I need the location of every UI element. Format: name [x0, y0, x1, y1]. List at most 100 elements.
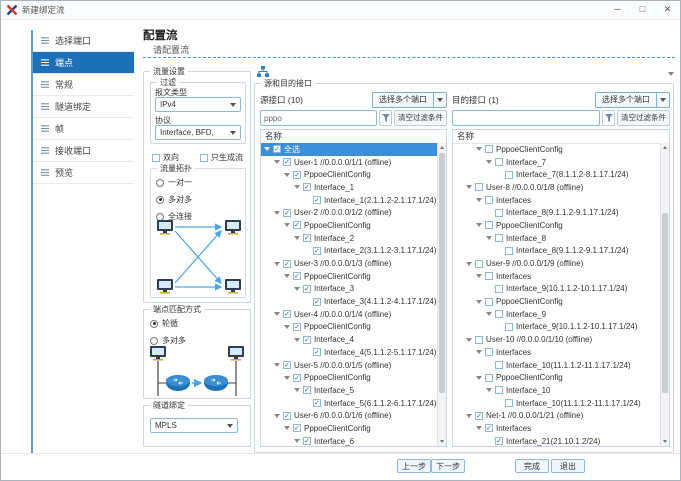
- tree-row[interactable]: ✓Interface_1(2.1.1.2-2.1.17.1/24): [261, 194, 446, 207]
- tree-checkbox[interactable]: ✓: [303, 285, 311, 293]
- select-multiple-ports-button[interactable]: 选择多个端口: [595, 92, 670, 108]
- expander-icon[interactable]: [486, 160, 492, 164]
- tree-row[interactable]: Interface_10(11.1.1.2-11.1.17.1/24): [453, 397, 669, 410]
- tree-row[interactable]: PppoeClientConfig: [453, 371, 669, 384]
- expander-icon[interactable]: [466, 185, 472, 189]
- tree-row[interactable]: Interface_10(11.1.1.2-11.1.17.1/24): [453, 359, 669, 372]
- tree-checkbox[interactable]: ✓: [313, 247, 321, 255]
- tree-checkbox[interactable]: ✓: [283, 260, 291, 268]
- tree-checkbox[interactable]: [475, 260, 483, 268]
- tree-checkbox[interactable]: ✓: [303, 437, 311, 445]
- packet-type-select[interactable]: IPv4: [155, 97, 241, 112]
- tree-checkbox[interactable]: [495, 209, 503, 217]
- scroll-up-icon[interactable]: [661, 143, 669, 152]
- tree-checkbox[interactable]: ✓: [303, 336, 311, 344]
- tree-row[interactable]: ✓PppoeClientConfig: [261, 270, 446, 283]
- tree-row[interactable]: ✓User-2 //0.0.0.0/1/2 (offline): [261, 206, 446, 219]
- tree-checkbox[interactable]: [495, 158, 503, 166]
- tree-checkbox[interactable]: ✓: [293, 424, 301, 432]
- tree-row[interactable]: ✓PppoeClientConfig: [261, 422, 446, 435]
- minimize-button[interactable]: ─: [605, 1, 630, 19]
- endpoint-option-many-to-many[interactable]: 多对多: [150, 335, 186, 346]
- tree-row[interactable]: ✓User-1 //0.0.0.0/1/1 (offline): [261, 156, 446, 169]
- tree-row[interactable]: Interface_8(9.1.1.2-9.1.17.1/24): [453, 245, 669, 258]
- source-tree-scrollbar[interactable]: [437, 143, 446, 446]
- expander-icon[interactable]: [294, 439, 300, 443]
- next-step-button[interactable]: 下一步: [431, 459, 465, 473]
- tree-checkbox[interactable]: ✓: [313, 196, 321, 204]
- expander-icon[interactable]: [466, 338, 472, 342]
- tree-checkbox[interactable]: ✓: [293, 323, 301, 331]
- expander-icon[interactable]: [274, 211, 280, 215]
- tree-checkbox[interactable]: ✓: [273, 145, 281, 153]
- tree-row[interactable]: ✓Interface_4(5.1.1.2-5.1.17.1/24): [261, 346, 446, 359]
- tree-checkbox[interactable]: ✓: [475, 412, 483, 420]
- only-generate-checkbox-row[interactable]: 只生成流: [200, 152, 243, 163]
- expander-icon[interactable]: [486, 236, 492, 240]
- tree-row[interactable]: ✓Interface_6: [261, 435, 446, 446]
- tree-checkbox[interactable]: ✓: [495, 437, 503, 445]
- tree-row[interactable]: User-9 //0.0.0.0/1/9 (offline): [453, 257, 669, 270]
- previous-step-button[interactable]: 上一步: [397, 459, 431, 473]
- tree-row[interactable]: Interface_7(8.1.1.2-8.1.17.1/24): [453, 168, 669, 181]
- tree-checkbox[interactable]: [505, 247, 513, 255]
- tree-row[interactable]: User-8 //0.0.0.0/1/8 (offline): [453, 181, 669, 194]
- tree-row[interactable]: ✓Interface_4: [261, 333, 446, 346]
- tree-row[interactable]: ✓Interface_1: [261, 181, 446, 194]
- tree-row[interactable]: ✓PppoeClientConfig: [261, 371, 446, 384]
- tree-row[interactable]: ✓Interfaces: [453, 422, 669, 435]
- tree-row[interactable]: Interfaces: [453, 270, 669, 283]
- tree-checkbox[interactable]: ✓: [303, 183, 311, 191]
- expander-icon[interactable]: [476, 274, 482, 278]
- expander-icon[interactable]: [284, 274, 290, 278]
- tree-row[interactable]: ✓User-6 //0.0.0.0/1/6 (offline): [261, 409, 446, 422]
- destination-filter-input[interactable]: [452, 110, 600, 126]
- sidebar-item[interactable]: 接收端口: [33, 140, 134, 162]
- tree-checkbox[interactable]: ✓: [283, 361, 291, 369]
- tree-checkbox[interactable]: ✓: [293, 171, 301, 179]
- tree-row[interactable]: Interface_9: [453, 308, 669, 321]
- expander-icon[interactable]: [476, 376, 482, 380]
- expander-icon[interactable]: [476, 350, 482, 354]
- expander-icon[interactable]: [294, 287, 300, 291]
- close-button[interactable]: ✕: [655, 1, 680, 19]
- sidebar-item[interactable]: 隧道绑定: [33, 96, 134, 118]
- tree-row[interactable]: ✓Interface_5: [261, 384, 446, 397]
- exit-button[interactable]: 退出: [551, 459, 585, 473]
- tree-checkbox[interactable]: ✓: [485, 424, 493, 432]
- tree-row[interactable]: Interface_9(10.1.1.2-10.1.17.1/24): [453, 321, 669, 334]
- tree-checkbox[interactable]: [485, 221, 493, 229]
- scroll-down-icon[interactable]: [661, 437, 669, 446]
- expander-icon[interactable]: [294, 338, 300, 342]
- tree-checkbox[interactable]: [495, 285, 503, 293]
- tree-checkbox[interactable]: ✓: [313, 348, 321, 356]
- expander-icon[interactable]: [284, 376, 290, 380]
- tree-row[interactable]: ✓Net-1 //0.0.0.0/1/21 (offline): [453, 409, 669, 422]
- bidirectional-checkbox[interactable]: [152, 154, 160, 162]
- tree-checkbox[interactable]: [505, 399, 513, 407]
- radio-icon[interactable]: [156, 179, 164, 187]
- tree-checkbox[interactable]: ✓: [293, 374, 301, 382]
- tree-row[interactable]: ✓Interface_3(4.1.1.2-4.1.17.1/24): [261, 295, 446, 308]
- radio-icon[interactable]: [156, 196, 164, 204]
- bidirectional-checkbox-row[interactable]: 双向: [152, 152, 179, 163]
- tree-row[interactable]: PppoeClientConfig: [453, 219, 669, 232]
- scroll-up-icon[interactable]: [438, 143, 446, 152]
- tree-checkbox[interactable]: ✓: [283, 209, 291, 217]
- tree-row[interactable]: PppoeClientConfig: [453, 143, 669, 156]
- expander-icon[interactable]: [284, 426, 290, 430]
- tree-row[interactable]: Interfaces: [453, 346, 669, 359]
- tree-checkbox[interactable]: [485, 196, 493, 204]
- tree-checkbox[interactable]: [495, 386, 503, 394]
- clear-filter-button[interactable]: 清空过滤条件: [617, 110, 670, 126]
- tree-checkbox[interactable]: [505, 323, 513, 331]
- tree-checkbox[interactable]: [505, 171, 513, 179]
- tree-row[interactable]: ✓PppoeClientConfig: [261, 219, 446, 232]
- tree-row[interactable]: ✓全选: [261, 143, 446, 156]
- radio-icon[interactable]: [150, 320, 158, 328]
- tree-row[interactable]: ✓User-3 //0.0.0.0/1/3 (offline): [261, 257, 446, 270]
- tree-checkbox[interactable]: [475, 183, 483, 191]
- tree-checkbox[interactable]: [485, 272, 493, 280]
- tree-row[interactable]: ✓Interface_2(3.1.1.2-3.1.17.1/24): [261, 245, 446, 258]
- sidebar-item[interactable]: 预览: [33, 162, 134, 184]
